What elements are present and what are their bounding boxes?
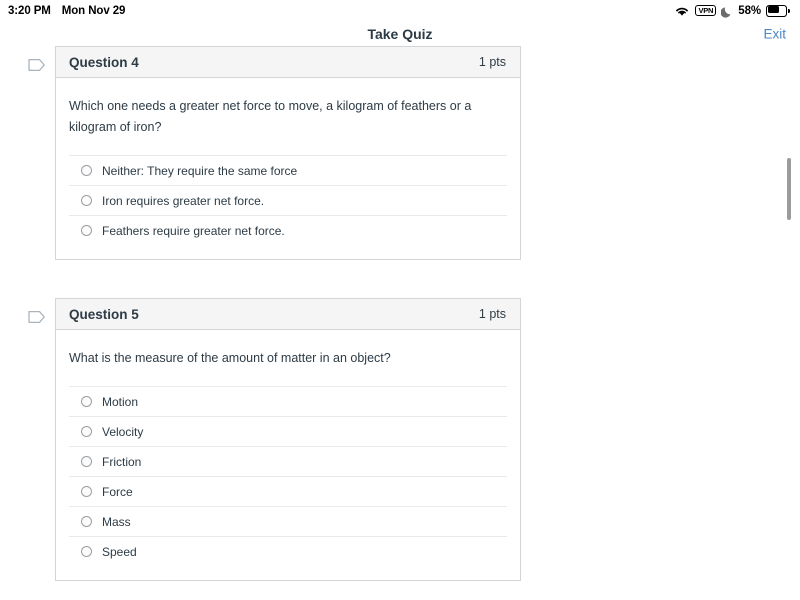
- radio-icon[interactable]: [81, 546, 92, 557]
- answer-label: Mass: [102, 514, 131, 529]
- question-body-5: What is the measure of the amount of mat…: [56, 330, 520, 580]
- wifi-icon: [674, 5, 690, 17]
- question-title: Question 5: [69, 306, 139, 322]
- nav-header: Take Quiz Exit: [0, 21, 800, 46]
- answer-list-5: Motion Velocity Friction Force Mass Spee…: [69, 386, 507, 580]
- answer-option[interactable]: Speed: [69, 536, 507, 566]
- answer-option[interactable]: Force: [69, 476, 507, 506]
- answer-option[interactable]: Motion: [69, 386, 507, 416]
- status-bar-left: 3:20 PM Mon Nov 29: [8, 5, 125, 17]
- answer-label: Speed: [102, 544, 137, 559]
- radio-icon[interactable]: [81, 165, 92, 176]
- quiz-content: Question 4 1 pts Which one needs a great…: [0, 46, 800, 600]
- flag-outline-icon[interactable]: [28, 310, 46, 329]
- answer-label: Iron requires greater net force.: [102, 193, 265, 208]
- answer-label: Neither: They require the same force: [102, 163, 298, 178]
- answer-label: Force: [102, 484, 133, 499]
- radio-icon[interactable]: [81, 456, 92, 467]
- question-header-5: Question 5 1 pts: [56, 299, 520, 330]
- question-text: Which one needs a greater net force to m…: [69, 99, 472, 134]
- status-date: Mon Nov 29: [61, 4, 126, 17]
- answer-label: Feathers require greater net force.: [102, 223, 285, 238]
- answer-list-4: Neither: They require the same force Iro…: [69, 155, 507, 259]
- radio-icon[interactable]: [81, 195, 92, 206]
- answer-label: Friction: [102, 454, 142, 469]
- page-title: Take Quiz: [367, 25, 433, 42]
- answer-option[interactable]: Neither: They require the same force: [69, 155, 507, 185]
- battery-percent: 58%: [738, 4, 761, 17]
- moon-icon: [720, 5, 733, 18]
- status-time: 3:20 PM: [8, 4, 51, 17]
- flag-outline-icon[interactable]: [28, 58, 46, 77]
- question-body-4: Which one needs a greater net force to m…: [56, 78, 520, 259]
- scrollbar-thumb[interactable]: [787, 158, 791, 220]
- question-title: Question 4: [69, 54, 139, 70]
- radio-icon[interactable]: [81, 225, 92, 236]
- answer-label: Velocity: [102, 424, 144, 439]
- status-bar: 3:20 PM Mon Nov 29 VPN 58%: [0, 0, 800, 21]
- question-card-5: Question 5 1 pts What is the measure of …: [55, 298, 521, 581]
- vertical-scrollbar[interactable]: [787, 46, 795, 600]
- answer-label: Motion: [102, 394, 139, 409]
- radio-icon[interactable]: [81, 426, 92, 437]
- question-points: 1 pts: [478, 307, 506, 321]
- exit-button[interactable]: Exit: [763, 26, 786, 41]
- battery-icon: [766, 4, 790, 17]
- vpn-badge: VPN: [695, 5, 717, 16]
- question-points: 1 pts: [478, 55, 506, 69]
- question-header-4: Question 4 1 pts: [56, 47, 520, 78]
- answer-option[interactable]: Friction: [69, 446, 507, 476]
- answer-option[interactable]: Mass: [69, 506, 507, 536]
- radio-icon[interactable]: [81, 396, 92, 407]
- answer-option[interactable]: Feathers require greater net force.: [69, 215, 507, 245]
- answer-option[interactable]: Iron requires greater net force.: [69, 185, 507, 215]
- radio-icon[interactable]: [81, 486, 92, 497]
- question-card-4: Question 4 1 pts Which one needs a great…: [55, 46, 521, 260]
- status-bar-right: VPN 58%: [674, 4, 790, 18]
- radio-icon[interactable]: [81, 516, 92, 527]
- answer-option[interactable]: Velocity: [69, 416, 507, 446]
- question-text: What is the measure of the amount of mat…: [69, 351, 391, 365]
